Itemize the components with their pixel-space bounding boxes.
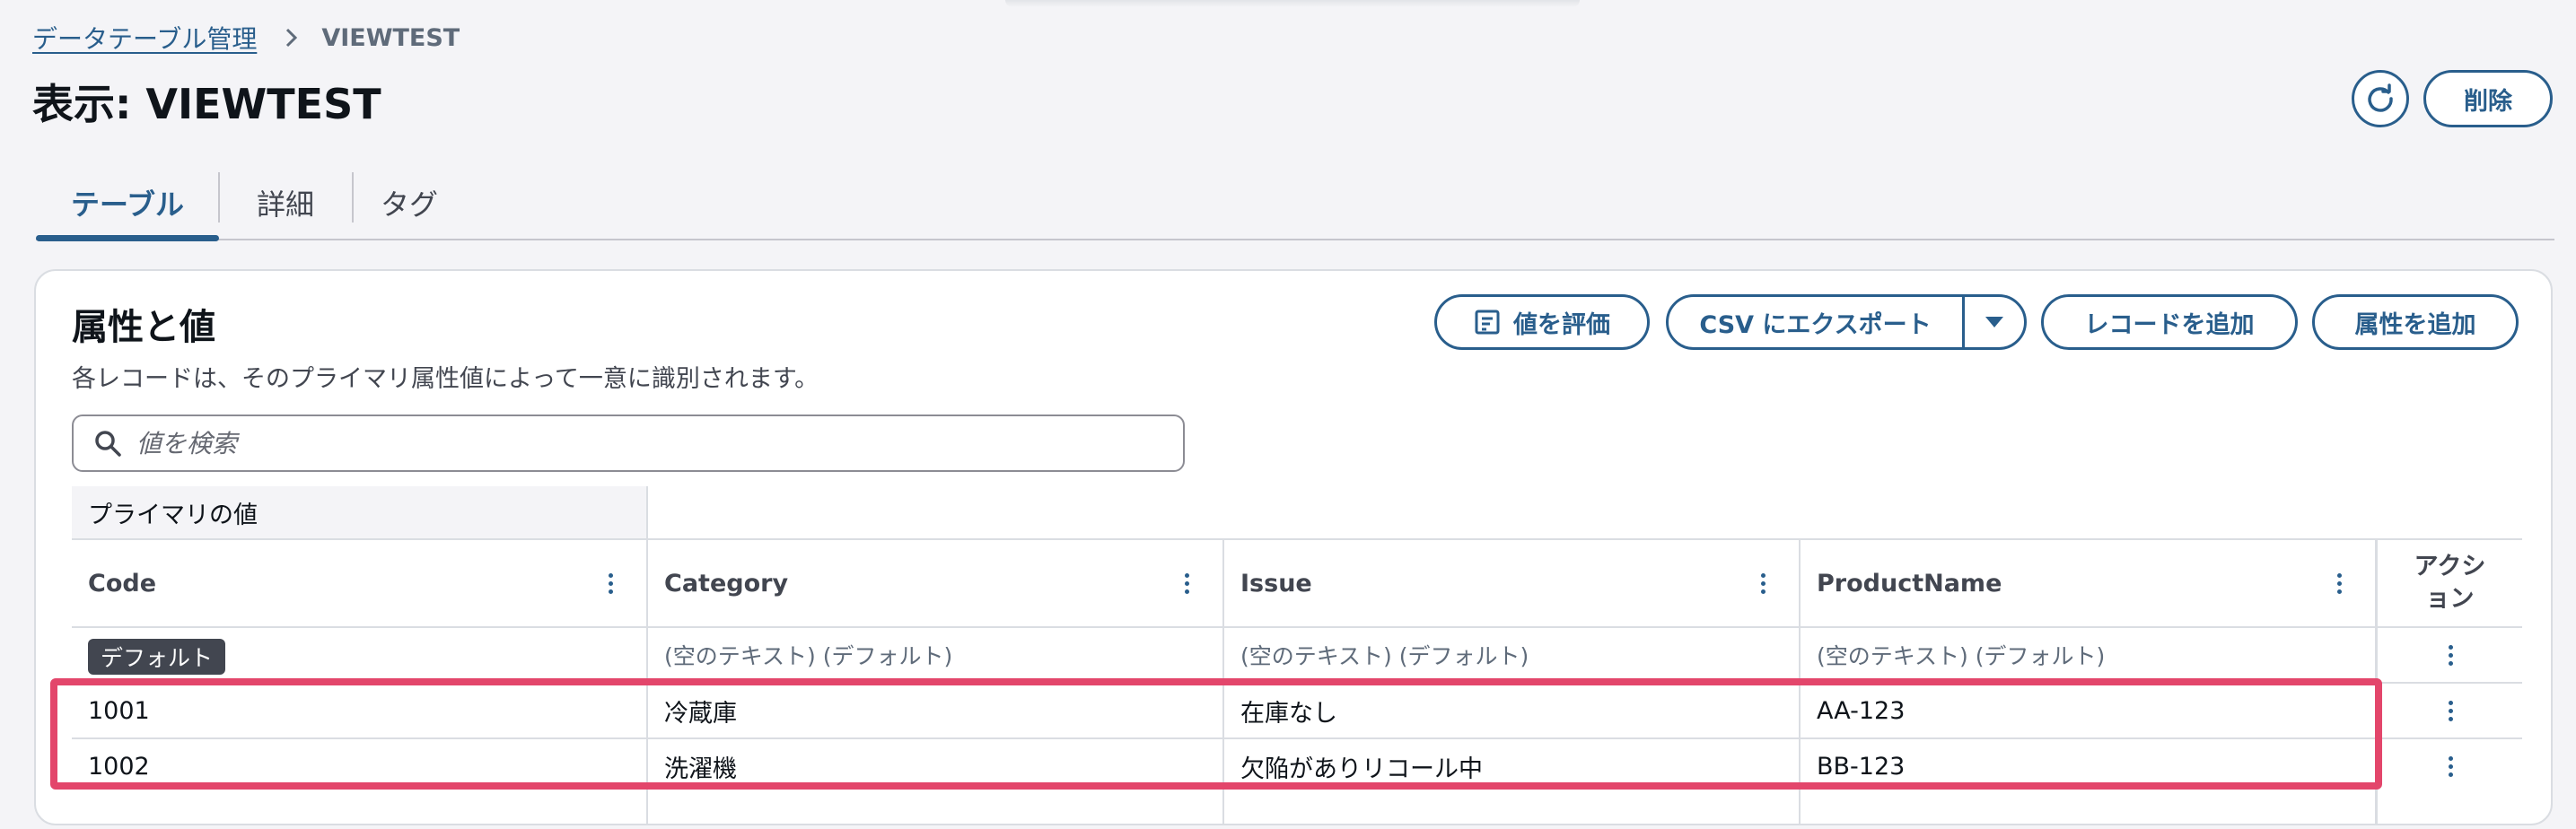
more-vertical-icon[interactable]: [2445, 637, 2456, 673]
caret-down-icon: [1984, 315, 2005, 329]
add-attribute-button[interactable]: 属性を追加: [2312, 294, 2519, 350]
export-csv-split-button: CSV にエクスポート: [1666, 294, 2027, 350]
tab-label: タグ: [380, 188, 438, 222]
attributes-panel: 属性と値 各レコードは、そのプライマリ属性値によって一意に識別されます。 値を評…: [34, 269, 2553, 825]
tab-divider: [352, 172, 354, 223]
column-header-label: Code: [88, 569, 157, 598]
more-vertical-icon[interactable]: [1757, 567, 1768, 599]
column-header-productname[interactable]: ProductName: [1801, 540, 2375, 626]
evaluate-values-label: 値を評価: [1513, 310, 1610, 339]
more-vertical-icon[interactable]: [605, 567, 616, 599]
table-cell-productname[interactable]: AA-123: [1801, 684, 2375, 737]
table-cell-category[interactable]: 洗濯機: [648, 739, 1222, 793]
section-description: 各レコードは、そのプライマリ属性値によって一意に識別されます。: [72, 365, 819, 393]
more-vertical-icon[interactable]: [1181, 567, 1192, 599]
table-cell-default: (空のテキスト) (デフォルト): [1817, 643, 2106, 669]
breadcrumb: データテーブル管理 VIEWTEST: [32, 20, 460, 56]
column-header-issue[interactable]: Issue: [1224, 540, 1799, 626]
add-record-button[interactable]: レコードを追加: [2041, 294, 2298, 350]
tab-active-indicator: [36, 235, 219, 241]
table-cell-issue[interactable]: 在庫なし: [1224, 684, 1799, 737]
column-header-label: ProductName: [1817, 569, 2002, 598]
table-cell-productname[interactable]: BB-123: [1801, 739, 2375, 793]
table-cell-category[interactable]: 冷蔵庫: [648, 684, 1222, 737]
column-header-actions: アクション: [2378, 540, 2522, 626]
section-title: 属性と値: [72, 307, 215, 348]
column-header-label: Issue: [1240, 569, 1312, 598]
page-title: 表示: VIEWTEST: [32, 80, 381, 128]
column-header-category[interactable]: Category: [648, 540, 1222, 626]
search-field[interactable]: [72, 414, 1185, 472]
table-cell-code[interactable]: 1001: [72, 684, 646, 737]
more-vertical-icon[interactable]: [2334, 567, 2344, 599]
tab-label: テーブル: [70, 188, 185, 222]
column-header-label: アクション: [2414, 553, 2486, 613]
more-vertical-icon[interactable]: [2445, 693, 2456, 729]
table-cell-issue[interactable]: 欠陥がありリコール中: [1224, 739, 1799, 793]
table-cell-default: (空のテキスト) (デフォルト): [1240, 643, 1529, 669]
search-icon: [93, 429, 122, 458]
refresh-icon: [2364, 83, 2396, 115]
column-header-code[interactable]: Code: [72, 540, 646, 626]
table-cell-code[interactable]: 1002: [72, 739, 646, 793]
tab-bar: テーブル 詳細 タグ: [36, 167, 2554, 241]
refresh-button[interactable]: [2352, 70, 2409, 127]
top-shadow: [1005, 0, 1580, 7]
breadcrumb-current: VIEWTEST: [321, 23, 460, 52]
tab-table[interactable]: テーブル: [36, 167, 219, 241]
evaluate-icon: [1474, 309, 1501, 336]
tab-details[interactable]: 詳細: [221, 167, 350, 239]
attributes-table: プライマリの値 Code Category Issue ProductName …: [72, 486, 2522, 824]
tab-divider: [218, 172, 220, 223]
tab-tags[interactable]: タグ: [355, 167, 463, 239]
chevron-right-icon: [278, 25, 303, 50]
default-badge: デフォルト: [88, 639, 226, 675]
evaluate-values-button[interactable]: 値を評価: [1434, 294, 1650, 350]
primary-value-group-header: プライマリの値: [72, 486, 646, 538]
more-vertical-icon[interactable]: [2445, 748, 2456, 784]
export-options-dropdown[interactable]: [1965, 297, 2024, 347]
tab-label: 詳細: [256, 188, 314, 222]
breadcrumb-link-data-tables[interactable]: データテーブル管理: [32, 20, 257, 56]
export-csv-button[interactable]: CSV にエクスポート: [1669, 297, 1965, 347]
table-row-default-code: デフォルト: [72, 628, 646, 682]
search-input[interactable]: [136, 428, 1124, 458]
table-cell-default: (空のテキスト) (デフォルト): [664, 643, 953, 669]
column-header-label: Category: [664, 569, 789, 598]
delete-button[interactable]: 削除: [2423, 70, 2553, 127]
